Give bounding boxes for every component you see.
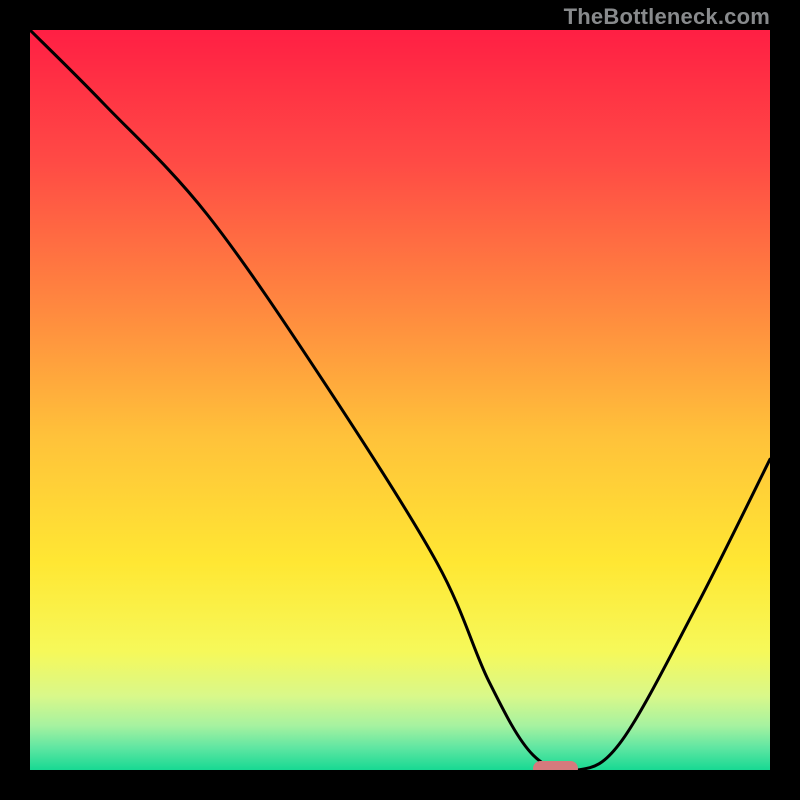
bottleneck-curve: [30, 30, 770, 770]
watermark: TheBottleneck.com: [564, 4, 770, 30]
plot-area: [30, 30, 770, 770]
chart-frame: TheBottleneck.com: [0, 0, 800, 800]
optimal-marker: [533, 761, 577, 771]
